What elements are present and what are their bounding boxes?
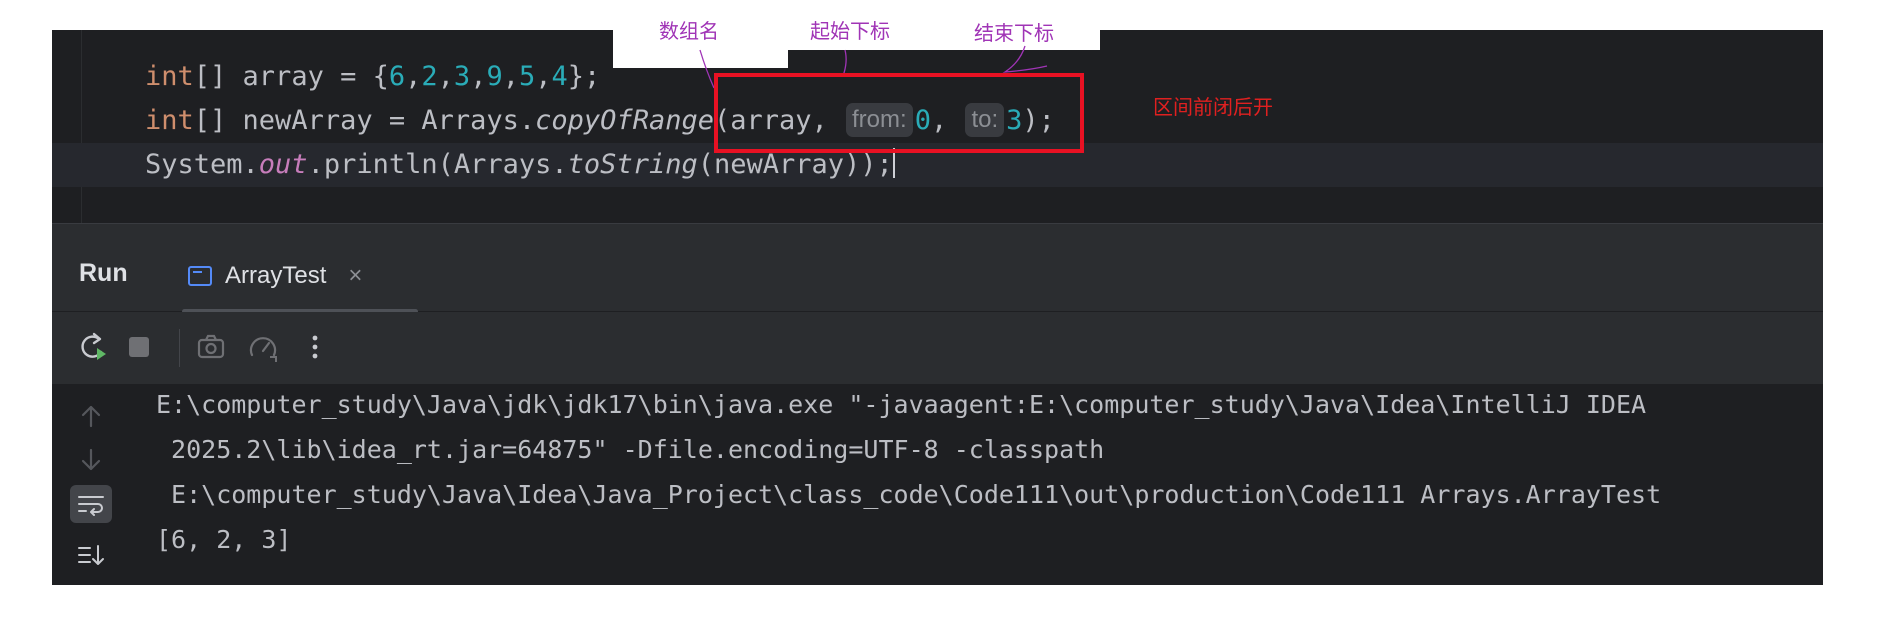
arrow-to-array-argument <box>699 49 715 89</box>
annotation-interval-note: 区间前闭后开 <box>1153 97 1273 119</box>
highlight-frame <box>714 73 1084 153</box>
arrow-to-to-hint <box>1002 45 1048 73</box>
